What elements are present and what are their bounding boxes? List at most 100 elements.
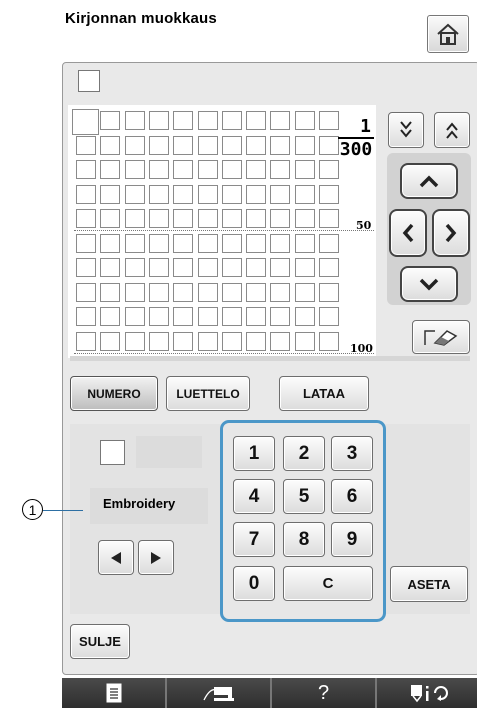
grid-cell[interactable] bbox=[270, 184, 291, 204]
grid-cell[interactable] bbox=[319, 331, 339, 351]
arrow-down-button[interactable] bbox=[400, 266, 458, 302]
grid-cell[interactable] bbox=[173, 233, 194, 253]
grid-cell[interactable] bbox=[148, 160, 169, 179]
grid-cell[interactable] bbox=[246, 331, 267, 351]
grid-cell[interactable] bbox=[100, 233, 121, 253]
key-9[interactable]: 9 bbox=[331, 522, 373, 557]
grid-cell[interactable] bbox=[319, 111, 339, 130]
arrow-up-button[interactable] bbox=[400, 163, 458, 199]
grid-cell[interactable] bbox=[124, 233, 145, 253]
grid-cell[interactable] bbox=[319, 135, 339, 155]
grid-cell[interactable] bbox=[221, 135, 242, 155]
grid-cell[interactable] bbox=[76, 160, 96, 179]
grid-cell[interactable] bbox=[246, 111, 267, 130]
grid-cell[interactable] bbox=[270, 331, 291, 351]
grid-cell[interactable] bbox=[294, 184, 315, 204]
grid-cell[interactable] bbox=[100, 135, 121, 155]
grid-cell[interactable] bbox=[294, 282, 315, 302]
grid-cell[interactable] bbox=[246, 307, 267, 326]
grid-cell[interactable] bbox=[76, 184, 96, 204]
grid-cell[interactable] bbox=[100, 184, 121, 204]
grid-cell[interactable] bbox=[294, 258, 315, 277]
key-6[interactable]: 6 bbox=[331, 479, 373, 514]
grid-cell[interactable] bbox=[221, 111, 242, 130]
grid-cell[interactable] bbox=[246, 233, 267, 253]
grid-cell[interactable] bbox=[197, 184, 218, 204]
grid-cell[interactable] bbox=[221, 160, 242, 179]
grid-cell[interactable] bbox=[294, 307, 315, 326]
grid-cell[interactable] bbox=[270, 111, 291, 130]
grid-cell[interactable] bbox=[246, 160, 267, 179]
grid-cell[interactable] bbox=[76, 307, 96, 326]
home-button[interactable] bbox=[427, 15, 469, 53]
grid-cell[interactable] bbox=[246, 209, 267, 228]
grid-cell[interactable] bbox=[124, 307, 145, 326]
close-button[interactable]: SULJE bbox=[70, 624, 130, 659]
set-button[interactable]: ASETA bbox=[390, 566, 468, 602]
grid-cell[interactable] bbox=[270, 209, 291, 228]
grid-cell[interactable] bbox=[173, 209, 194, 228]
key-0[interactable]: 0 bbox=[233, 566, 275, 601]
grid-cell[interactable] bbox=[221, 209, 242, 228]
grid-cell[interactable] bbox=[246, 184, 267, 204]
grid-toggle-checkbox[interactable] bbox=[78, 70, 100, 92]
grid-cell[interactable] bbox=[148, 209, 169, 228]
grid-cell[interactable] bbox=[270, 233, 291, 253]
key-2[interactable]: 2 bbox=[283, 436, 325, 471]
grid-cell[interactable] bbox=[221, 233, 242, 253]
grid-cell[interactable] bbox=[319, 233, 339, 253]
grid-cell[interactable] bbox=[148, 258, 169, 277]
grid-cell[interactable] bbox=[197, 233, 218, 253]
grid-cell[interactable] bbox=[76, 282, 96, 302]
grid-cell[interactable] bbox=[197, 331, 218, 351]
grid-cell[interactable] bbox=[197, 209, 218, 228]
grid-cell[interactable] bbox=[76, 233, 96, 253]
grid-cell[interactable] bbox=[124, 258, 145, 277]
previous-button[interactable] bbox=[98, 540, 134, 575]
grid-cell[interactable] bbox=[319, 282, 339, 302]
grid-cell[interactable] bbox=[173, 184, 194, 204]
grid-cell[interactable] bbox=[294, 233, 315, 253]
grid-cell[interactable] bbox=[148, 307, 169, 326]
page-up-button[interactable] bbox=[434, 112, 470, 148]
clear-key[interactable]: C bbox=[283, 566, 373, 601]
grid-cell[interactable] bbox=[148, 282, 169, 302]
color-swatch[interactable] bbox=[100, 440, 125, 465]
grid-cell[interactable] bbox=[270, 307, 291, 326]
grid-cell[interactable] bbox=[270, 282, 291, 302]
grid-cell[interactable] bbox=[173, 258, 194, 277]
grid-cell[interactable] bbox=[173, 331, 194, 351]
grid-cell[interactable] bbox=[148, 111, 169, 130]
grid-cell[interactable] bbox=[294, 209, 315, 228]
key-4[interactable]: 4 bbox=[233, 479, 275, 514]
grid-cell[interactable] bbox=[197, 307, 218, 326]
key-7[interactable]: 7 bbox=[233, 522, 275, 557]
grid-cell[interactable] bbox=[76, 331, 96, 351]
key-8[interactable]: 8 bbox=[283, 522, 325, 557]
grid-cell[interactable] bbox=[319, 258, 339, 277]
eraser-button[interactable] bbox=[412, 320, 470, 354]
grid-cell[interactable] bbox=[246, 135, 267, 155]
stitch-grid[interactable] bbox=[68, 105, 376, 358]
grid-cell[interactable] bbox=[124, 111, 145, 130]
grid-cell[interactable] bbox=[124, 135, 145, 155]
help-button[interactable]: ? bbox=[272, 678, 377, 708]
grid-cell[interactable] bbox=[124, 160, 145, 179]
grid-cell[interactable] bbox=[197, 111, 218, 130]
grid-cell[interactable] bbox=[197, 160, 218, 179]
grid-cell[interactable] bbox=[173, 307, 194, 326]
grid-cell[interactable] bbox=[319, 184, 339, 204]
grid-cell[interactable] bbox=[246, 282, 267, 302]
grid-cell[interactable] bbox=[173, 160, 194, 179]
tab-numero[interactable]: NUMERO bbox=[70, 376, 158, 411]
grid-cell[interactable] bbox=[124, 331, 145, 351]
grid-cell[interactable] bbox=[148, 184, 169, 204]
grid-cell[interactable] bbox=[294, 135, 315, 155]
grid-cell[interactable] bbox=[76, 209, 96, 228]
document-button[interactable] bbox=[62, 678, 167, 708]
grid-cell[interactable] bbox=[173, 111, 194, 130]
grid-cell[interactable] bbox=[148, 233, 169, 253]
tab-luettelo[interactable]: LUETTELO bbox=[166, 376, 250, 411]
grid-cell[interactable] bbox=[124, 184, 145, 204]
next-button[interactable] bbox=[138, 540, 174, 575]
